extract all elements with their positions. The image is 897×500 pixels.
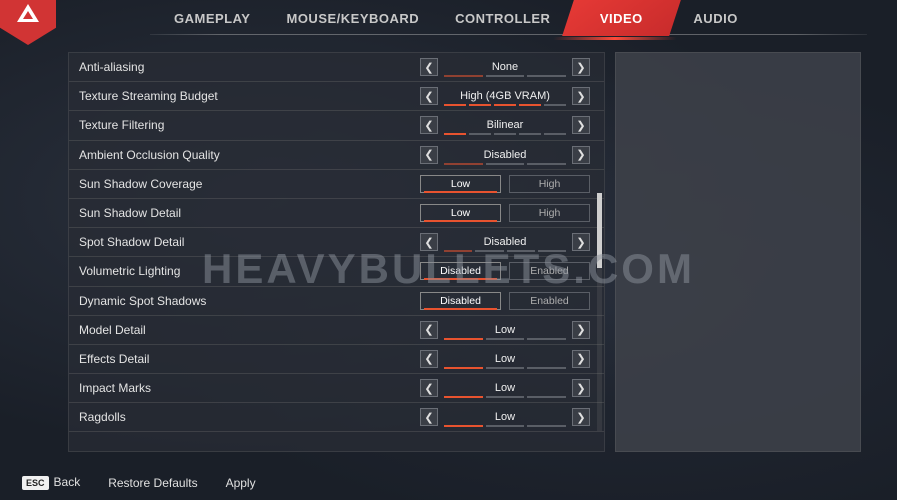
select-control: ❮Low❯ bbox=[420, 408, 590, 426]
chevron-right-icon[interactable]: ❯ bbox=[572, 408, 590, 426]
apex-logo-icon bbox=[17, 4, 39, 22]
scrollbar-track[interactable] bbox=[597, 193, 602, 431]
setting-row: Ambient Occlusion Quality❮Disabled❯ bbox=[69, 141, 604, 170]
toggle-option[interactable]: Disabled bbox=[420, 292, 501, 310]
toggle-option[interactable]: Enabled bbox=[509, 292, 590, 310]
chevron-right-icon[interactable]: ❯ bbox=[572, 146, 590, 164]
tab-controller[interactable]: CONTROLLER bbox=[437, 0, 568, 36]
setting-label: Ambient Occlusion Quality bbox=[79, 148, 420, 162]
setting-label: Volumetric Lighting bbox=[79, 264, 420, 278]
setting-label: Texture Filtering bbox=[79, 118, 420, 132]
setting-row: Volumetric LightingDisabled Enabled bbox=[69, 257, 604, 286]
chevron-right-icon[interactable]: ❯ bbox=[572, 379, 590, 397]
setting-label: Ragdolls bbox=[79, 410, 420, 424]
toggle-control: Low High bbox=[420, 175, 590, 193]
chevron-right-icon[interactable]: ❯ bbox=[572, 233, 590, 251]
chevron-left-icon[interactable]: ❮ bbox=[420, 146, 438, 164]
tab-audio[interactable]: AUDIO bbox=[675, 0, 755, 36]
setting-row: Model Detail❮Low❯ bbox=[69, 316, 604, 345]
chevron-right-icon[interactable]: ❯ bbox=[572, 58, 590, 76]
select-control: ❮Bilinear❯ bbox=[420, 116, 590, 134]
toggle-option[interactable]: High bbox=[509, 204, 590, 222]
chevron-left-icon[interactable]: ❮ bbox=[420, 87, 438, 105]
tab-mouse-keyboard[interactable]: MOUSE/KEYBOARD bbox=[268, 0, 437, 36]
toggle-option[interactable]: Enabled bbox=[509, 262, 590, 280]
setting-label: Sun Shadow Coverage bbox=[79, 177, 420, 191]
back-button[interactable]: ESCBack bbox=[22, 475, 80, 490]
select-control: ❮None❯ bbox=[420, 58, 590, 76]
toggle-control: Low High bbox=[420, 204, 590, 222]
setting-label: Impact Marks bbox=[79, 381, 420, 395]
esc-key-icon: ESC bbox=[22, 476, 49, 490]
setting-label: Sun Shadow Detail bbox=[79, 206, 420, 220]
setting-label: Texture Streaming Budget bbox=[79, 89, 420, 103]
settings-tabs: GAMEPLAY MOUSE/KEYBOARD CONTROLLER VIDEO… bbox=[156, 0, 756, 36]
select-control: ❮Low❯ bbox=[420, 321, 590, 339]
toggle-option[interactable]: Disabled bbox=[420, 262, 501, 280]
apply-button[interactable]: Apply bbox=[226, 476, 256, 490]
toggle-option[interactable]: High bbox=[509, 175, 590, 193]
setting-row: Texture Filtering❮Bilinear❯ bbox=[69, 111, 604, 140]
setting-label: Spot Shadow Detail bbox=[79, 235, 420, 249]
chevron-right-icon[interactable]: ❯ bbox=[572, 87, 590, 105]
setting-row: Dynamic Spot ShadowsDisabled Enabled bbox=[69, 287, 604, 316]
setting-label: Dynamic Spot Shadows bbox=[79, 294, 420, 308]
setting-label: Model Detail bbox=[79, 323, 420, 337]
chevron-left-icon[interactable]: ❮ bbox=[420, 408, 438, 426]
toggle-control: Disabled Enabled bbox=[420, 292, 590, 310]
setting-row: Sun Shadow DetailLow High bbox=[69, 199, 604, 228]
toggle-control: Disabled Enabled bbox=[420, 262, 590, 280]
select-value: Disabled bbox=[442, 146, 568, 164]
settings-list: Anti-aliasing❮None❯Texture Streaming Bud… bbox=[68, 52, 605, 452]
setting-row: Sun Shadow CoverageLow High bbox=[69, 170, 604, 199]
footer-bar: ESCBack Restore Defaults Apply bbox=[22, 475, 256, 490]
scrollbar-thumb[interactable] bbox=[597, 193, 602, 268]
chevron-right-icon[interactable]: ❯ bbox=[572, 350, 590, 368]
tab-video[interactable]: VIDEO bbox=[563, 0, 682, 36]
select-value: Low bbox=[442, 350, 568, 368]
select-control: ❮High (4GB VRAM)❯ bbox=[420, 87, 590, 105]
setting-row: Ragdolls❮Low❯ bbox=[69, 403, 604, 432]
restore-defaults-button[interactable]: Restore Defaults bbox=[108, 476, 197, 490]
setting-row: Effects Detail❮Low❯ bbox=[69, 345, 604, 374]
chevron-left-icon[interactable]: ❮ bbox=[420, 116, 438, 134]
select-control: ❮Disabled❯ bbox=[420, 233, 590, 251]
setting-row: Texture Streaming Budget❮High (4GB VRAM)… bbox=[69, 82, 604, 111]
chevron-left-icon[interactable]: ❮ bbox=[420, 379, 438, 397]
chevron-left-icon[interactable]: ❮ bbox=[420, 350, 438, 368]
toggle-option[interactable]: Low bbox=[420, 204, 501, 222]
select-value: Low bbox=[442, 321, 568, 339]
preview-panel bbox=[615, 52, 861, 452]
setting-row: Spot Shadow Detail❮Disabled❯ bbox=[69, 228, 604, 257]
setting-label: Anti-aliasing bbox=[79, 60, 420, 74]
select-control: ❮Disabled❯ bbox=[420, 146, 590, 164]
tab-gameplay[interactable]: GAMEPLAY bbox=[156, 0, 268, 36]
select-control: ❮Low❯ bbox=[420, 350, 590, 368]
select-value: Disabled bbox=[442, 233, 568, 251]
select-value: Low bbox=[442, 408, 568, 426]
chevron-left-icon[interactable]: ❮ bbox=[420, 233, 438, 251]
select-value: None bbox=[442, 58, 568, 76]
chevron-right-icon[interactable]: ❯ bbox=[572, 116, 590, 134]
select-control: ❮Low❯ bbox=[420, 379, 590, 397]
setting-row: Impact Marks❮Low❯ bbox=[69, 374, 604, 403]
toggle-option[interactable]: Low bbox=[420, 175, 501, 193]
select-value: Bilinear bbox=[442, 116, 568, 134]
select-value: High (4GB VRAM) bbox=[442, 87, 568, 105]
select-value: Low bbox=[442, 379, 568, 397]
chevron-left-icon[interactable]: ❮ bbox=[420, 58, 438, 76]
top-bar: GAMEPLAY MOUSE/KEYBOARD CONTROLLER VIDEO… bbox=[0, 0, 897, 36]
setting-label: Effects Detail bbox=[79, 352, 420, 366]
chevron-right-icon[interactable]: ❯ bbox=[572, 321, 590, 339]
chevron-left-icon[interactable]: ❮ bbox=[420, 321, 438, 339]
setting-row: Anti-aliasing❮None❯ bbox=[69, 53, 604, 82]
